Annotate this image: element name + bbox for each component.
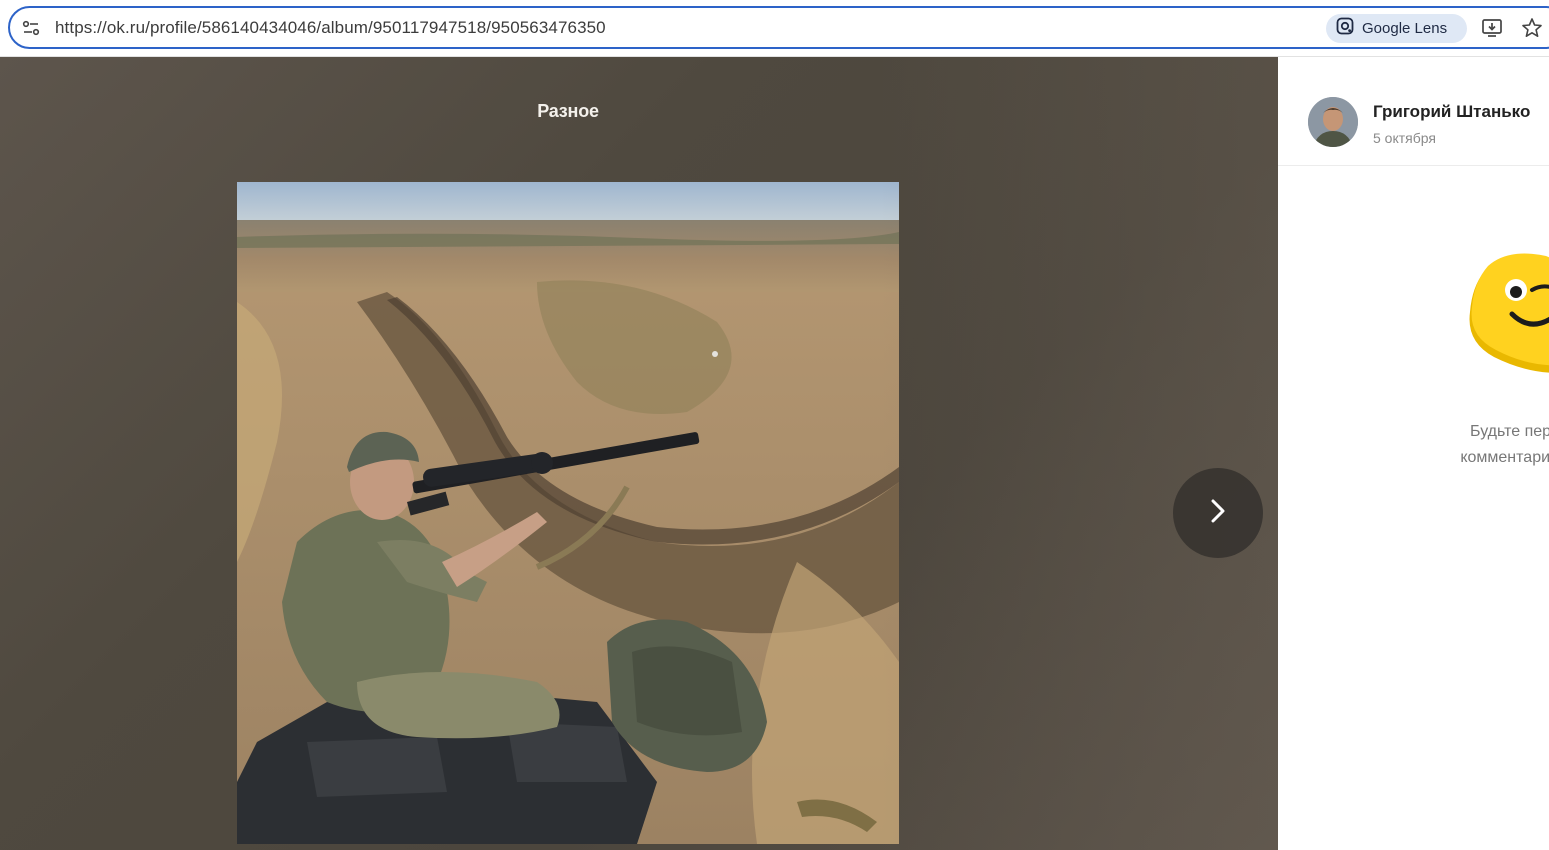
post-date: 5 октября	[1373, 130, 1436, 146]
chevron-right-icon	[1205, 496, 1231, 531]
side-panel: Григорий Штанько 5 октября Будьте первым…	[1278, 57, 1549, 850]
next-photo-button[interactable]	[1173, 468, 1263, 558]
google-lens-label: Google Lens	[1362, 20, 1448, 37]
author-header: Григорий Штанько 5 октября	[1278, 57, 1549, 166]
tune-icon[interactable]	[21, 18, 41, 38]
photo[interactable]	[237, 182, 899, 844]
google-lens-icon	[1336, 17, 1354, 40]
empty-comments-message: Будьте первым, к комментарий к этой	[1384, 419, 1549, 471]
address-bar[interactable]: https://ok.ru/profile/586140434046/album…	[8, 6, 1549, 49]
install-app-icon[interactable]	[1480, 16, 1504, 40]
browser-toolbar: https://ok.ru/profile/586140434046/album…	[0, 0, 1549, 57]
photo-image	[237, 182, 899, 844]
ok-mascot-wink-icon	[1464, 252, 1549, 382]
star-icon[interactable]	[1520, 16, 1544, 40]
album-title[interactable]: Разное	[0, 101, 1136, 122]
author-name[interactable]: Григорий Штанько	[1373, 102, 1530, 122]
empty-comments-line-2: комментарий к этой	[1460, 449, 1549, 466]
photo-viewer: Разное	[0, 57, 1278, 850]
empty-comments-line-1: Будьте первым, к	[1470, 423, 1549, 440]
google-lens-button[interactable]: Google Lens	[1326, 14, 1467, 43]
avatar[interactable]	[1308, 97, 1358, 147]
url-text[interactable]: https://ok.ru/profile/586140434046/album…	[55, 18, 606, 38]
